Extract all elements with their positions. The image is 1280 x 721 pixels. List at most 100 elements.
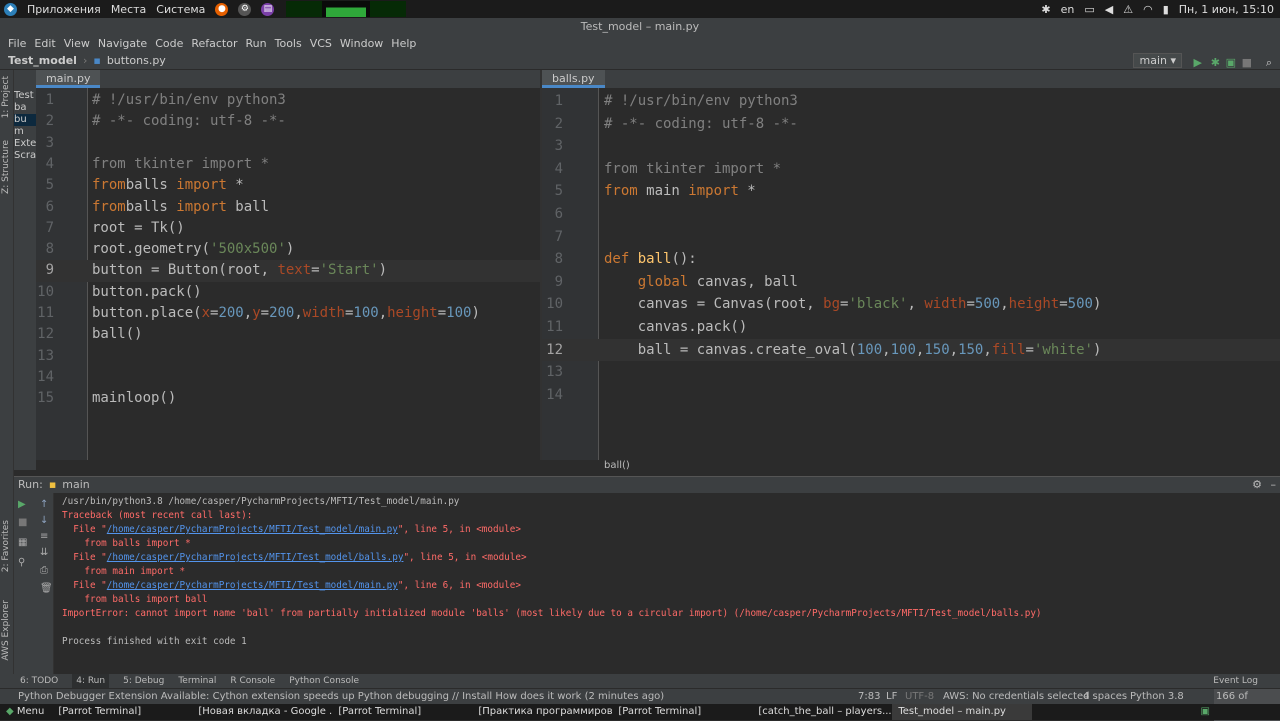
bluetooth-icon[interactable]: ✱ (1041, 3, 1050, 16)
hide-icon[interactable]: – (1271, 477, 1277, 493)
indent-setting[interactable]: 4 spaces (1083, 689, 1127, 705)
tree-external-libraries[interactable]: Exter (14, 138, 36, 150)
start-menu[interactable]: ◆ Menu (0, 704, 52, 720)
task-browser-practice[interactable]: [Практика программиров... (472, 704, 612, 720)
print-icon[interactable]: ⎙ (40, 565, 48, 576)
code-line[interactable]: 13 (542, 361, 1280, 384)
code-line[interactable]: 11 canvas.pack() (542, 316, 1280, 339)
code-line[interactable]: 9 global canvas, ball (542, 271, 1280, 294)
menu-tools[interactable]: Tools (271, 36, 306, 52)
code-line[interactable]: 8 def ball(): (542, 248, 1280, 271)
workspace-icon[interactable]: ▣ (1201, 704, 1210, 720)
rerun-icon[interactable]: ▶ (18, 499, 26, 510)
code-line[interactable]: 2 # -*- coding: utf-8 -*- (542, 113, 1280, 136)
keyboard-layout[interactable]: en (1061, 3, 1075, 16)
settings-icon[interactable]: ⚙ (1252, 477, 1262, 493)
parrot-logo-icon[interactable]: ◆ (4, 2, 17, 16)
scroll-end-icon[interactable]: ⇊ (40, 547, 48, 558)
debug-tool-button[interactable]: 5: Debug (123, 674, 164, 688)
pin-icon[interactable]: ⚲ (18, 557, 25, 568)
file-link[interactable]: /home/casper/PycharmProjects/MFTI/Test_m… (107, 580, 398, 591)
task-terminal-1[interactable]: [Parrot Terminal] (52, 704, 192, 720)
task-terminal-2[interactable]: [Parrot Terminal] (332, 704, 472, 720)
structure-tool-button[interactable]: Z: Structure (1, 140, 11, 194)
code-line[interactable]: 15 mainloop() (36, 388, 540, 409)
event-log-tool-button[interactable]: Event Log (1213, 674, 1258, 688)
favorites-tool-button[interactable]: 2: Favorites (1, 520, 11, 572)
code-line[interactable]: 12 ball = canvas.create_oval(100,100,150… (542, 338, 1280, 362)
code-line[interactable]: 1 # !/usr/bin/env python3 (36, 90, 540, 111)
code-line[interactable]: 3 (542, 135, 1280, 158)
caret-position[interactable]: 7:83 (858, 689, 880, 705)
code-line[interactable]: 5 fromballs import * (36, 175, 540, 196)
stop-icon[interactable]: ■ (18, 517, 27, 528)
code-line[interactable]: 8 root.geometry('500x500') (36, 239, 540, 260)
code-line[interactable]: 11 button.place(x=200,y=200,width=100,hei… (36, 303, 540, 324)
system-menu[interactable]: Система (156, 3, 205, 16)
notification-icon[interactable]: ⚠ (1123, 3, 1133, 16)
code-line[interactable]: 4 from tkinter import * (542, 158, 1280, 181)
run-configuration-select[interactable]: main ▾ (1133, 53, 1182, 68)
menu-help[interactable]: Help (387, 36, 420, 52)
menu-vcs[interactable]: VCS (306, 36, 336, 52)
tree-item-main[interactable]: m (14, 126, 36, 138)
firefox-icon[interactable]: ● (215, 2, 229, 16)
code-line[interactable]: 1 # !/usr/bin/env python3 (542, 90, 1280, 113)
aws-status[interactable]: AWS: No credentials selected (943, 689, 1089, 705)
volume-icon[interactable]: ◀ (1105, 3, 1113, 16)
editor-tab-balls[interactable]: balls.py (542, 70, 605, 88)
app-launcher-icon[interactable]: ▤ (261, 2, 275, 16)
menu-window[interactable]: Window (336, 36, 387, 52)
code-line[interactable]: 4 from tkinter import * (36, 154, 540, 175)
breadcrumb-project[interactable]: Test_model (8, 52, 77, 70)
code-line[interactable]: 6 (542, 203, 1280, 226)
file-link[interactable]: /home/casper/PycharmProjects/MFTI/Test_m… (107, 552, 404, 563)
line-separator[interactable]: LF (886, 689, 897, 705)
menu-edit[interactable]: Edit (30, 36, 59, 52)
layout-icon[interactable]: ▦ (18, 537, 27, 548)
clock[interactable]: Пн, 1 июн, 15:10 (1179, 3, 1274, 16)
python-console-tool-button[interactable]: Python Console (289, 674, 359, 688)
r-console-tool-button[interactable]: R Console (230, 674, 275, 688)
tree-item-balls[interactable]: ba (14, 102, 36, 114)
code-line[interactable]: 14 (542, 384, 1280, 407)
task-pycharm[interactable]: Test_model – main.py (892, 704, 1033, 720)
code-line[interactable]: 3 (36, 133, 540, 154)
code-line[interactable]: 6 fromballs import ball (36, 197, 540, 218)
tree-root[interactable]: Test (14, 90, 36, 102)
menu-view[interactable]: View (60, 36, 94, 52)
code-line[interactable]: 10 button.pack() (36, 282, 540, 303)
task-chrome[interactable]: [Новая вкладка - Google ... (192, 704, 332, 720)
display-icon[interactable]: ▭ (1084, 3, 1094, 16)
task-catch-the-ball[interactable]: [catch_the_ball – players... (752, 704, 892, 720)
up-icon[interactable]: ↑ (40, 499, 48, 510)
console-output[interactable]: /usr/bin/python3.8 /home/casper/PycharmP… (62, 495, 1280, 674)
down-icon[interactable]: ↓ (40, 515, 48, 526)
file-encoding[interactable]: UTF-8 (905, 689, 934, 705)
status-message[interactable]: Python Debugger Extension Available: Cyt… (18, 689, 664, 705)
places-menu[interactable]: Места (111, 3, 146, 16)
project-tool-button[interactable]: 1: Project (1, 76, 11, 118)
task-terminal-3[interactable]: [Parrot Terminal] (612, 704, 752, 720)
code-line[interactable]: 5 from main import * (542, 180, 1280, 203)
code-line[interactable]: 7 (542, 226, 1280, 249)
run-tool-button[interactable]: 4: Run (72, 674, 110, 688)
run-tab-main[interactable]: main (62, 477, 89, 493)
python-interpreter[interactable]: Python 3.8 (1130, 689, 1184, 705)
file-link[interactable]: /home/casper/PycharmProjects/MFTI/Test_m… (107, 524, 398, 535)
menu-code[interactable]: Code (151, 36, 187, 52)
wifi-icon[interactable]: ◠ (1143, 3, 1153, 16)
menu-run[interactable]: Run (242, 36, 271, 52)
menu-refactor[interactable]: Refactor (187, 36, 241, 52)
aws-explorer-tool-button[interactable]: AWS Explorer (1, 600, 11, 661)
tree-scratches[interactable]: Scrat (14, 150, 36, 162)
menu-file[interactable]: File (4, 36, 30, 52)
todo-tool-button[interactable]: 6: TODO (20, 674, 58, 688)
code-line[interactable]: 9 button = Button(root, text='Start') (36, 260, 540, 282)
code-line[interactable]: 12 ball() (36, 324, 540, 345)
code-line[interactable]: 2 # -*- coding: utf-8 -*- (36, 111, 540, 132)
terminal-tool-button[interactable]: Terminal (178, 674, 216, 688)
tree-item-buttons[interactable]: bu (14, 114, 36, 126)
applications-menu[interactable]: Приложения (27, 3, 101, 16)
editor-tab-main[interactable]: main.py (36, 70, 101, 88)
